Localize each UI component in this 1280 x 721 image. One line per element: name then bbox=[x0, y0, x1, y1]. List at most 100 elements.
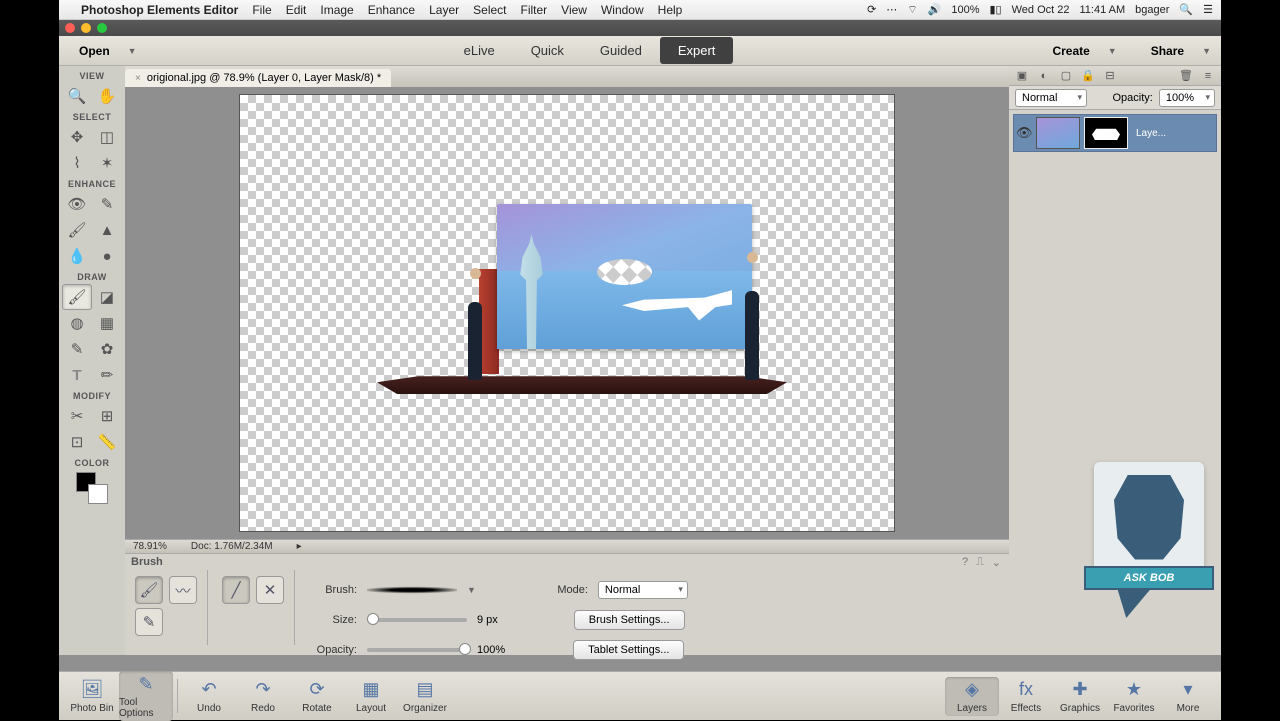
redo-button[interactable]: ↷Redo bbox=[236, 677, 290, 716]
crop-tool[interactable]: ✂ bbox=[62, 403, 92, 429]
help-icon[interactable]: ? bbox=[962, 556, 968, 569]
menu-window[interactable]: Window bbox=[601, 3, 644, 17]
hand-tool[interactable]: ✋ bbox=[92, 83, 122, 109]
menu-help[interactable]: Help bbox=[658, 3, 683, 17]
battery-icon[interactable]: ▮▯ bbox=[989, 3, 1001, 16]
smart-brush-tool[interactable]: 🖌 bbox=[62, 217, 92, 243]
lasso-tool[interactable]: ⌇ bbox=[62, 150, 92, 176]
brush-tool[interactable]: 🖌 bbox=[62, 284, 92, 310]
doc-info[interactable]: Doc: 1.76M/2.34M bbox=[191, 541, 273, 552]
rotate-button[interactable]: ⟳Rotate bbox=[290, 677, 344, 716]
move-tool[interactable]: ✥ bbox=[62, 124, 92, 150]
layer-mask-thumbnail[interactable] bbox=[1084, 117, 1128, 149]
create-button[interactable]: Create bbox=[1042, 40, 1099, 62]
menu-file[interactable]: File bbox=[252, 3, 271, 17]
zoom-window-icon[interactable] bbox=[97, 23, 107, 33]
mode-quick[interactable]: Quick bbox=[513, 37, 582, 64]
brush-tip-soft[interactable]: ╱ bbox=[222, 576, 250, 604]
content-aware-tool[interactable]: ⊡ bbox=[62, 429, 92, 455]
menu-select[interactable]: Select bbox=[473, 3, 506, 17]
tablet-settings-button[interactable]: Tablet Settings... bbox=[573, 640, 684, 660]
redeye-tool[interactable]: 👁 bbox=[62, 191, 92, 217]
new-layer-icon[interactable]: ▣ bbox=[1013, 68, 1031, 84]
straighten-tool[interactable]: 📏 bbox=[92, 429, 122, 455]
photo-bin-button[interactable]: 🖼Photo Bin bbox=[65, 677, 119, 716]
zoom-tool[interactable]: 🔍 bbox=[62, 83, 92, 109]
layer-opacity-value[interactable]: 100% bbox=[1159, 89, 1215, 107]
layer-row[interactable]: 👁 Laye... bbox=[1013, 114, 1217, 152]
menu-image[interactable]: Image bbox=[320, 3, 353, 17]
close-window-icon[interactable] bbox=[65, 23, 75, 33]
effects-button[interactable]: fxEffects bbox=[999, 677, 1053, 716]
opacity-value[interactable]: 100% bbox=[477, 644, 505, 656]
favorites-button[interactable]: ★Favorites bbox=[1107, 677, 1161, 716]
brush-variant-impressionist[interactable]: 〰 bbox=[169, 576, 197, 604]
notification-center-icon[interactable]: ☰ bbox=[1203, 3, 1213, 16]
close-tab-icon[interactable]: × bbox=[135, 73, 141, 84]
layer-thumbnail[interactable] bbox=[1036, 117, 1080, 149]
wifi-icon[interactable]: ⌔ bbox=[907, 3, 917, 17]
zoom-level[interactable]: 78.91% bbox=[133, 541, 167, 552]
share-button[interactable]: Share bbox=[1141, 40, 1194, 62]
canvas[interactable] bbox=[240, 95, 894, 531]
color-swatch[interactable] bbox=[74, 472, 110, 504]
shape-tool[interactable]: ✿ bbox=[92, 336, 122, 362]
size-value[interactable]: 9 px bbox=[477, 614, 498, 626]
background-color[interactable] bbox=[88, 484, 108, 504]
layout-button[interactable]: ▦Layout bbox=[344, 677, 398, 716]
blur-tool[interactable]: 💧 bbox=[62, 243, 92, 269]
brush-preset-selector[interactable] bbox=[367, 580, 457, 600]
brush-settings-button[interactable]: Brush Settings... bbox=[574, 610, 685, 630]
reset-icon[interactable]: ⎍ bbox=[976, 556, 984, 569]
adjustment-layer-icon[interactable]: ◐ bbox=[1035, 68, 1053, 84]
dots-icon[interactable]: ⋯ bbox=[886, 3, 897, 16]
pencil-tool[interactable]: ✏ bbox=[92, 362, 122, 388]
sync-icon[interactable]: ⟳ bbox=[867, 3, 876, 16]
paint-bucket-tool[interactable]: ◍ bbox=[62, 310, 92, 336]
layer-name[interactable]: Laye... bbox=[1136, 128, 1166, 139]
delete-layer-icon[interactable]: 🗑 bbox=[1177, 68, 1195, 84]
document-tab[interactable]: × origional.jpg @ 78.9% (Layer 0, Layer … bbox=[125, 69, 391, 87]
organizer-button[interactable]: ▤Organizer bbox=[398, 677, 452, 716]
create-menu-caret-icon[interactable]: ▼ bbox=[1108, 46, 1117, 56]
undo-button[interactable]: ↶Undo bbox=[182, 677, 236, 716]
open-menu-caret-icon[interactable]: ▼ bbox=[128, 46, 137, 56]
layer-blend-mode-select[interactable]: Normal bbox=[1015, 89, 1087, 107]
marquee-tool[interactable]: ◫ bbox=[92, 124, 122, 150]
eyedropper-tool[interactable]: ✎ bbox=[62, 336, 92, 362]
link-layers-icon[interactable]: ⊟ bbox=[1101, 68, 1119, 84]
menu-enhance[interactable]: Enhance bbox=[368, 3, 415, 17]
canvas-area[interactable] bbox=[125, 87, 1009, 539]
gradient-tool[interactable]: ▦ bbox=[92, 310, 122, 336]
spot-heal-tool[interactable]: ✎ bbox=[92, 191, 122, 217]
menu-layer[interactable]: Layer bbox=[429, 3, 459, 17]
volume-icon[interactable]: 🔊 bbox=[928, 3, 942, 16]
layers-button[interactable]: ◈Layers bbox=[945, 677, 999, 716]
menu-edit[interactable]: Edit bbox=[286, 3, 307, 17]
layer-visibility-icon[interactable]: 👁 bbox=[1016, 125, 1032, 141]
menu-view[interactable]: View bbox=[561, 3, 587, 17]
collapse-panel-icon[interactable]: ⌄ bbox=[992, 556, 1001, 569]
brush-tip-pencil[interactable]: ✕ bbox=[256, 576, 284, 604]
panel-menu-icon[interactable]: ≡ bbox=[1199, 68, 1217, 84]
blend-mode-select[interactable]: Normal bbox=[598, 581, 688, 599]
graphics-button[interactable]: ✚Graphics bbox=[1053, 677, 1107, 716]
mode-elive[interactable]: eLive bbox=[446, 37, 513, 64]
recompose-tool[interactable]: ⊞ bbox=[92, 403, 122, 429]
open-button[interactable]: Open bbox=[69, 40, 120, 62]
tool-options-button[interactable]: ✎Tool Options bbox=[119, 671, 173, 721]
menu-filter[interactable]: Filter bbox=[521, 3, 548, 17]
opacity-slider[interactable] bbox=[367, 648, 467, 652]
type-tool[interactable]: T bbox=[62, 362, 92, 388]
size-slider[interactable] bbox=[367, 618, 467, 622]
brush-variant-color-replace[interactable]: ✎ bbox=[135, 608, 163, 636]
more-button[interactable]: ▾More bbox=[1161, 677, 1215, 716]
lock-layer-icon[interactable]: 🔒 bbox=[1079, 68, 1097, 84]
minimize-window-icon[interactable] bbox=[81, 23, 91, 33]
brush-variant-normal[interactable]: 🖌 bbox=[135, 576, 163, 604]
sponge-tool[interactable]: ● bbox=[92, 243, 122, 269]
share-menu-caret-icon[interactable]: ▼ bbox=[1202, 46, 1211, 56]
spotlight-icon[interactable]: 🔍 bbox=[1179, 3, 1193, 16]
quick-select-tool[interactable]: ✶ bbox=[92, 150, 122, 176]
mode-guided[interactable]: Guided bbox=[582, 37, 660, 64]
